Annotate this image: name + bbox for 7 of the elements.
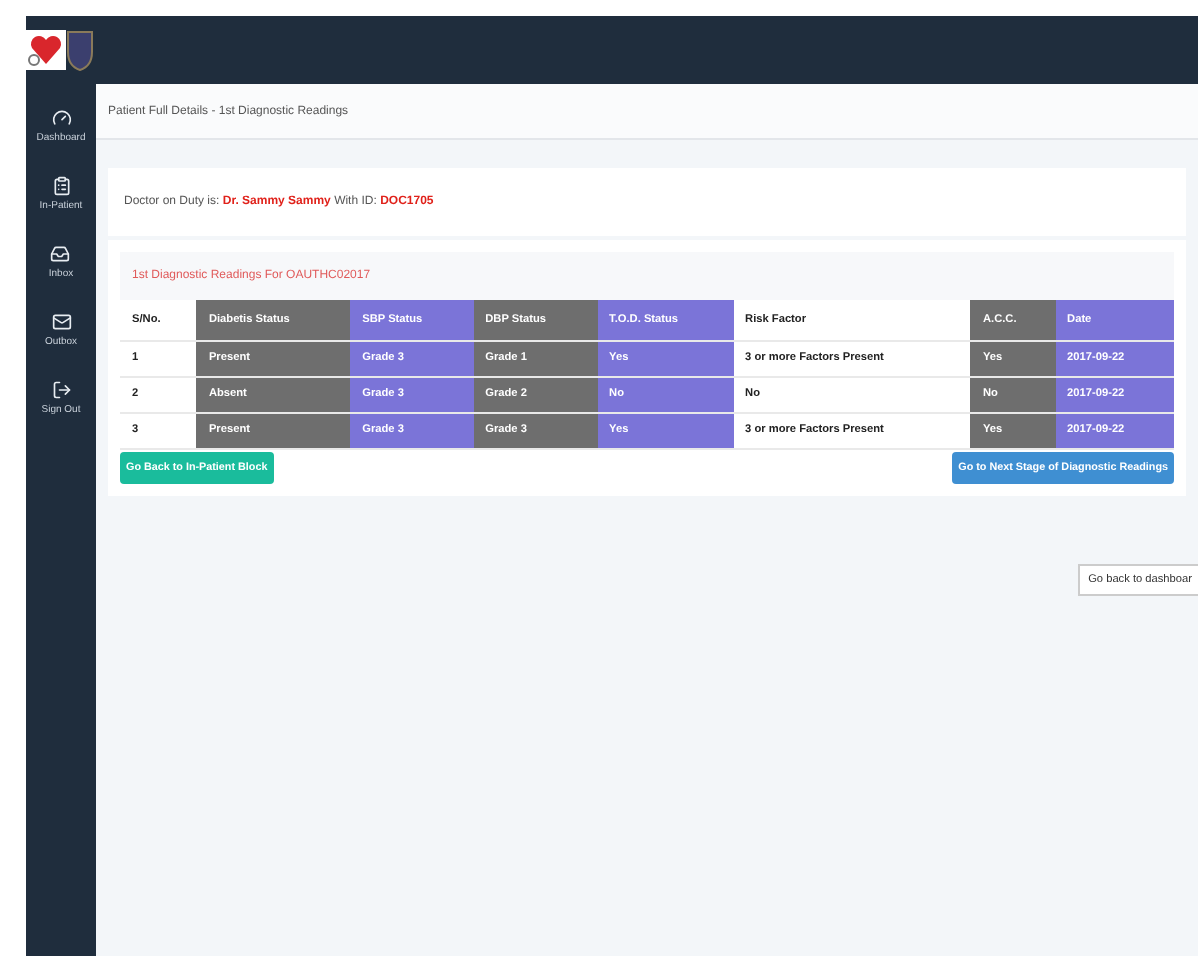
envelope-icon <box>51 312 71 332</box>
sign-out-icon <box>51 380 71 400</box>
inbox-icon <box>50 244 71 264</box>
crest-logo-icon <box>66 28 94 72</box>
gauge-icon <box>51 108 71 128</box>
heart-logo-icon <box>26 30 66 70</box>
clipboard-icon <box>51 176 71 196</box>
